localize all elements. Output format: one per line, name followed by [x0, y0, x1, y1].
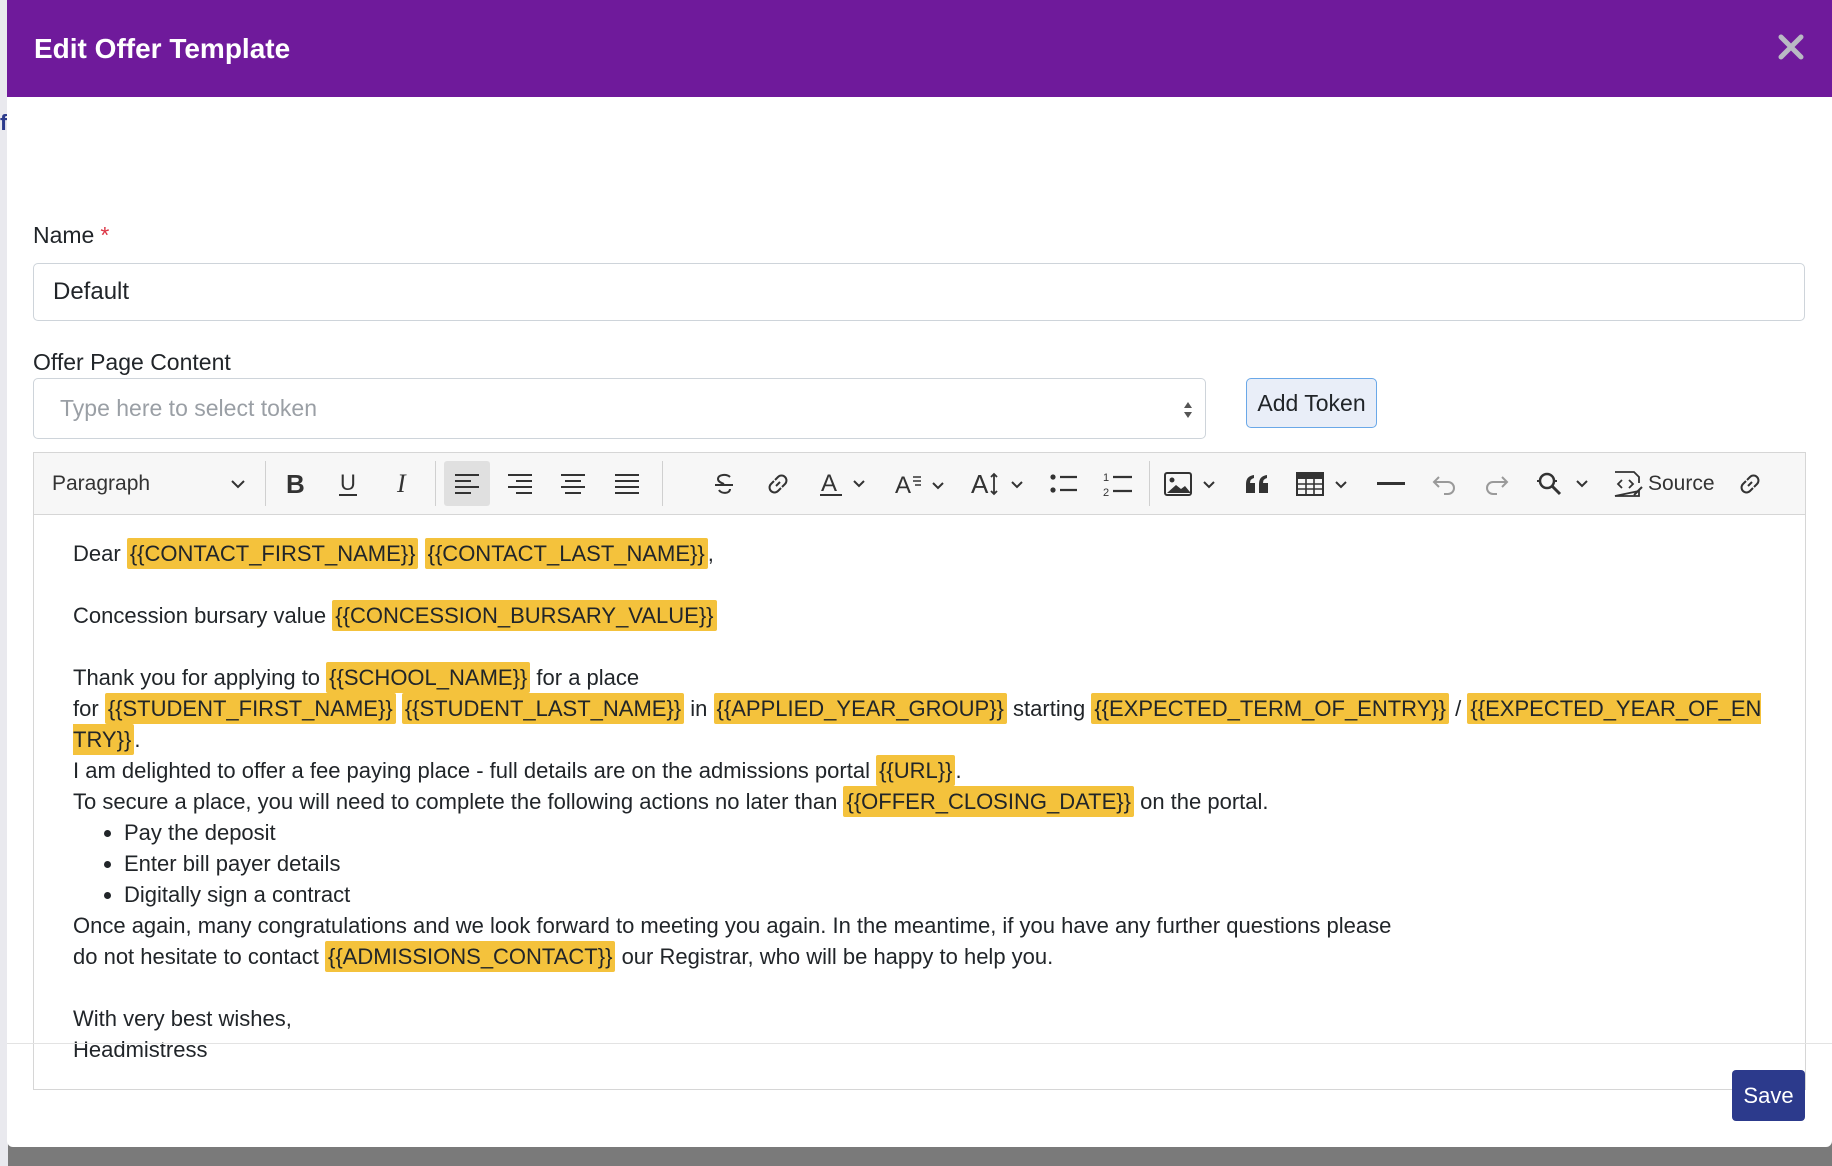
align-left-icon[interactable]	[444, 461, 490, 506]
text-in: in	[690, 696, 708, 721]
chevron-down-icon	[231, 479, 245, 488]
paragraph-dropdown-label: Paragraph	[52, 471, 151, 495]
svg-text:A: A	[821, 471, 837, 497]
modal-title: Edit Offer Template	[34, 32, 291, 64]
source-icon	[1614, 470, 1643, 497]
text-contact: contact	[247, 944, 319, 969]
token-school-name: {{SCHOOL_NAME}}	[326, 662, 531, 693]
token-applied-year-group: {{APPLIED_YEAR_GROUP}}	[713, 693, 1007, 724]
token-select-placeholder: Type here to select token	[60, 395, 317, 421]
svg-text:A: A	[971, 470, 989, 498]
concession-line: Concession bursary value {{CONCESSION_BU…	[73, 600, 1766, 631]
text-registrar: our Registrar, who will be happy to help…	[621, 944, 1054, 969]
token-student-first-name: {{STUDENT_FIRST_NAME}}	[104, 693, 396, 724]
rich-text-editor: Paragraph B U I A A A 1 2 Source Dear {{…	[33, 452, 1806, 1090]
italic-icon[interactable]: I	[380, 461, 424, 506]
svg-text:2: 2	[1103, 487, 1109, 497]
text-delighted: I am delighted to offer a fee paying pla…	[73, 758, 870, 783]
signoff-line: Headmistress	[73, 1037, 208, 1062]
text-starting: starting	[1013, 696, 1086, 721]
source-button[interactable]: Source	[1608, 461, 1724, 506]
svg-text:U: U	[340, 471, 356, 495]
actions-list: Pay the deposit Enter bill payer details…	[73, 817, 1766, 910]
token-student-last-name: {{STUDENT_LAST_NAME}}	[401, 693, 685, 724]
text-thank-you: Thank you for applying to	[73, 665, 321, 690]
required-marker: *	[100, 222, 110, 248]
list-item: Digitally sign a contract	[124, 879, 1766, 910]
name-label-text: Name	[33, 222, 95, 248]
link-icon[interactable]	[756, 461, 800, 506]
unlink-icon[interactable]	[1728, 461, 1772, 506]
text-period: .	[955, 758, 962, 783]
delighted-line: I am delighted to offer a fee paying pla…	[73, 755, 1766, 786]
table-icon[interactable]	[1290, 461, 1366, 506]
align-right-icon[interactable]	[497, 461, 543, 506]
token-contact-first-name: {{CONTACT_FIRST_NAME}}	[126, 538, 419, 569]
text-on-portal: on the portal.	[1140, 789, 1269, 814]
text-period: .	[134, 727, 141, 752]
offer-page-content-label: Offer Page Content	[33, 349, 231, 375]
token-admissions-contact: {{ADMISSIONS_CONTACT}}	[324, 941, 616, 972]
list-item: Enter bill payer details	[124, 848, 1766, 879]
edit-offer-template-modal: Edit Offer Template Name* Offer Page Con…	[7, 0, 1832, 1147]
svg-text:I: I	[396, 471, 407, 497]
text-concession: Concession bursary value	[73, 603, 327, 628]
token-concession-bursary-value: {{CONCESSION_BURSARY_VALUE}}	[332, 600, 717, 631]
token-select[interactable]: Type here to select token	[33, 378, 1206, 439]
find-replace-icon[interactable]	[1531, 461, 1605, 506]
save-button[interactable]: Save	[1732, 1070, 1805, 1121]
editor-toolbar: Paragraph B U I A A A 1 2 Source	[34, 453, 1805, 515]
add-token-button[interactable]: Add Token	[1246, 378, 1377, 428]
align-center-icon[interactable]	[550, 461, 596, 506]
undo-icon[interactable]	[1422, 461, 1466, 506]
secure-line: To secure a place, you will need to comp…	[73, 786, 1766, 817]
text-for-a-place: for a place	[536, 665, 640, 690]
text-slash: /	[1455, 696, 1462, 721]
font-color-icon[interactable]: A	[811, 461, 889, 506]
text-secure: To secure a place, you will need to comp…	[73, 789, 838, 814]
token-expected-term-of-entry: {{EXPECTED_TERM_OF_ENTRY}}	[1091, 693, 1450, 724]
name-label: Name *	[33, 222, 109, 249]
redo-icon[interactable]	[1475, 461, 1519, 506]
footer-divider	[7, 1043, 1832, 1044]
svg-text:A: A	[895, 472, 911, 497]
text-for: for	[73, 696, 99, 721]
student-line: for {{STUDENT_FIRST_NAME}} {{STUDENT_LAS…	[73, 693, 1766, 755]
svg-text:B: B	[286, 472, 305, 496]
bulleted-list-icon[interactable]	[1042, 461, 1086, 506]
greeting-line: Dear {{CONTACT_FIRST_NAME}} {{CONTACT_LA…	[73, 538, 1766, 569]
font-size-icon[interactable]: A	[966, 461, 1042, 506]
once-again-line: Once again, many congratulations and we …	[73, 910, 1403, 972]
list-item: Pay the deposit	[124, 817, 1766, 848]
numbered-list-icon[interactable]: 12	[1095, 461, 1141, 506]
bold-icon[interactable]: B	[273, 461, 317, 506]
name-input[interactable]	[33, 263, 1805, 321]
wishes-line: With very best wishes,	[73, 1006, 292, 1031]
horizontal-line-icon[interactable]	[1368, 461, 1414, 506]
token-url: {{URL}}	[876, 755, 956, 786]
select-arrows-icon	[1184, 402, 1192, 418]
token-contact-last-name: {{CONTACT_LAST_NAME}}	[424, 538, 708, 569]
blockquote-icon[interactable]	[1236, 461, 1280, 506]
text-comma: ,	[707, 541, 714, 566]
thank-you-line: Thank you for applying to {{SCHOOL_NAME}…	[73, 662, 1766, 693]
editor-content[interactable]: Dear {{CONTACT_FIRST_NAME}} {{CONTACT_LA…	[34, 515, 1805, 1065]
align-justify-icon[interactable]	[604, 461, 650, 506]
underline-icon[interactable]: U	[326, 461, 370, 506]
close-icon[interactable]	[1776, 32, 1806, 62]
token-offer-closing-date: {{OFFER_CLOSING_DATE}}	[843, 786, 1134, 817]
svg-text:1: 1	[1103, 472, 1109, 484]
source-label: Source	[1648, 471, 1715, 495]
modal-header: Edit Offer Template	[7, 0, 1832, 97]
font-family-icon[interactable]: A	[889, 461, 964, 506]
paragraph-dropdown[interactable]: Paragraph	[44, 461, 254, 506]
text-dear: Dear	[73, 541, 121, 566]
image-icon[interactable]	[1158, 461, 1234, 506]
strikethrough-icon[interactable]	[702, 461, 746, 506]
